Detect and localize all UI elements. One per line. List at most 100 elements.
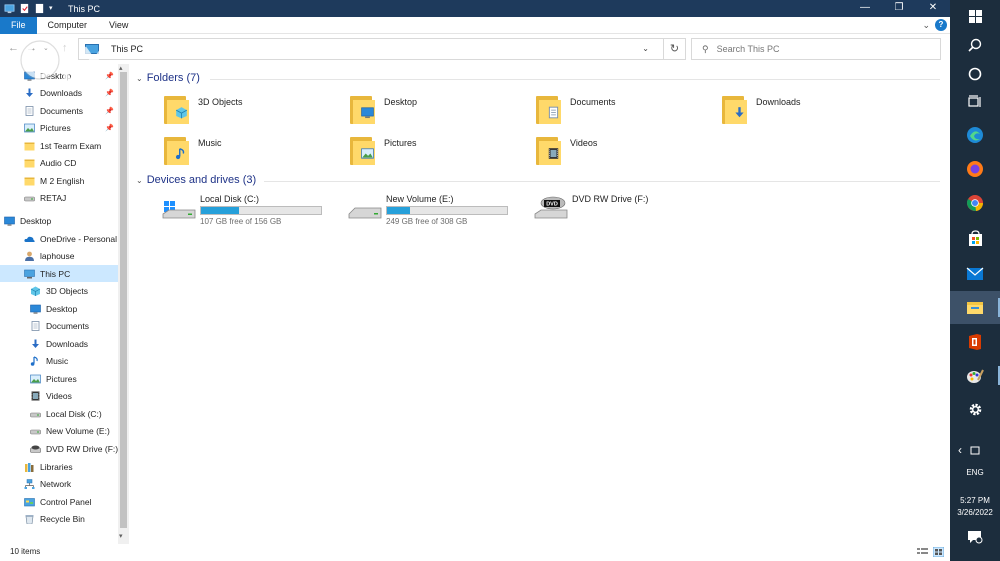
sidebar-item-label: Documents — [46, 320, 89, 331]
sidebar-item-new-volume-e[interactable]: New Volume (E:) — [0, 422, 118, 439]
folder-documents[interactable]: Documents — [536, 94, 716, 134]
edge-taskbar-button[interactable] — [950, 118, 1000, 151]
sidebar-item-laphouse[interactable]: laphouse — [0, 247, 118, 264]
sidebar-item-documents[interactable]: Documents 📌 — [0, 102, 118, 119]
drive-usage-fill — [387, 207, 410, 214]
sidebar-item-control-panel[interactable]: Control Panel — [0, 493, 118, 510]
drive-icon — [30, 426, 41, 436]
sidebar-item-music[interactable]: Music — [0, 352, 118, 369]
action-center-icon[interactable] — [967, 530, 983, 544]
sidebar-item-m-2-english[interactable]: M 2 English — [0, 172, 118, 189]
folder-music[interactable]: Music — [164, 135, 344, 175]
sidebar-item-label: Music — [46, 355, 69, 366]
folder-3d-objects[interactable]: 3D Objects — [164, 94, 344, 134]
drive-new-volume-e[interactable]: New Volume (E:) 249 GB free of 308 GB — [348, 194, 508, 234]
sidebar-item-label: 3D Objects — [46, 285, 89, 296]
paint-taskbar-button[interactable] — [950, 359, 1000, 392]
folder-icon — [722, 94, 748, 124]
restore-button[interactable]: ❐ — [882, 0, 916, 17]
taskbar: ‹ ENG 5:27 PM 3/26/2022 — [950, 0, 1000, 561]
sidebar-item-retaj[interactable]: RETAJ — [0, 189, 118, 206]
sidebar-item-dvd-rw-drive-f[interactable]: DVD RW Drive (F:) — [0, 440, 118, 457]
user-icon — [24, 251, 35, 261]
sidebar-item-recycle-bin[interactable]: Recycle Bin — [0, 510, 118, 527]
window-title: This PC — [68, 3, 101, 14]
sidebar-item-pictures[interactable]: Pictures — [0, 370, 118, 387]
folder-pictures[interactable]: Pictures — [350, 135, 530, 175]
sidebar-item-label: Local Disk (C:) — [46, 408, 102, 419]
sidebar-item-audio-cd[interactable]: Audio CD — [0, 154, 118, 171]
input-language[interactable]: ENG — [950, 468, 1000, 477]
sidebar-item-documents[interactable]: Documents — [0, 317, 118, 334]
sidebar-item-desktop[interactable]: Desktop — [0, 212, 118, 229]
office-taskbar-button[interactable] — [950, 325, 1000, 358]
sidebar-item-videos[interactable]: Videos — [0, 387, 118, 404]
help-button[interactable]: ? — [935, 19, 947, 31]
folder-label: Documents — [570, 97, 616, 107]
documents-icon — [24, 105, 35, 116]
sidebar-scrollbar[interactable]: ▴ ▾ — [118, 64, 129, 544]
new-folder-icon[interactable] — [34, 3, 45, 14]
recycle-bin-icon — [24, 514, 35, 524]
collapse-icon[interactable]: ⌄ — [136, 176, 143, 185]
sidebar-item-this-pc[interactable]: This PC — [0, 265, 118, 282]
windows-drive-icon — [162, 201, 196, 219]
libraries-icon — [24, 462, 35, 472]
sidebar-item-onedrive-personal[interactable]: OneDrive - Personal — [0, 230, 118, 247]
address-bar[interactable]: This PC ⌄ ↻ — [78, 38, 686, 60]
large-icons-view-icon[interactable] — [933, 547, 944, 557]
sidebar-item-libraries[interactable]: Libraries — [0, 458, 118, 475]
firefox-taskbar-button[interactable] — [950, 152, 1000, 185]
details-view-icon[interactable] — [917, 547, 928, 557]
file-explorer-taskbar-button[interactable] — [950, 291, 1000, 324]
sidebar-item-label: M 2 English — [40, 175, 85, 186]
scroll-up-icon[interactable]: ▴ — [119, 64, 123, 72]
settings-taskbar-button[interactable] — [950, 393, 1000, 426]
folder-downloads[interactable]: Downloads — [722, 94, 902, 134]
quick-access-dropdown-icon[interactable]: ▾ — [49, 3, 60, 14]
tray-overflow-button[interactable]: ‹ — [950, 433, 1000, 466]
status-bar: 10 items — [0, 544, 950, 561]
clock-date[interactable]: 3/26/2022 — [950, 508, 1000, 517]
network-icon — [24, 478, 35, 489]
pictures-icon — [361, 147, 374, 160]
scrollbar-thumb[interactable] — [120, 72, 127, 528]
folder-desktop[interactable]: Desktop — [350, 94, 530, 134]
collapse-icon[interactable]: ⌄ — [136, 74, 143, 83]
chrome-taskbar-button[interactable] — [950, 186, 1000, 219]
documents-icon — [30, 320, 41, 331]
breadcrumb[interactable]: This PC — [111, 44, 143, 54]
drive-dvd-rw-drive-f[interactable]: DVD DVD RW Drive (F:) — [534, 194, 648, 234]
drive-local-disk-c[interactable]: Local Disk (C:) 107 GB free of 156 GB — [162, 194, 322, 234]
task-view-button[interactable] — [950, 85, 1000, 118]
folder-videos[interactable]: Videos — [536, 135, 716, 175]
search-input[interactable] — [716, 44, 917, 54]
edge-icon — [967, 126, 983, 143]
sidebar-item-downloads[interactable]: Downloads — [0, 335, 118, 352]
mail-taskbar-button[interactable] — [950, 257, 1000, 290]
drives-group-header[interactable]: ⌄ Devices and drives (3) — [136, 174, 256, 186]
store-taskbar-button[interactable] — [950, 222, 1000, 255]
sidebar-item-label: laphouse — [40, 250, 75, 261]
refresh-button[interactable]: ↻ — [663, 39, 685, 59]
close-button[interactable]: ✕ — [916, 0, 950, 17]
drives-group-label: Devices and drives (3) — [146, 174, 257, 186]
properties-icon[interactable] — [19, 3, 30, 14]
sidebar-item-desktop[interactable]: Desktop — [0, 300, 118, 317]
sidebar-item-label: Audio CD — [40, 157, 77, 168]
sidebar-item-1st-tearm-exam[interactable]: 1st Tearm Exam — [0, 137, 118, 154]
address-dropdown-icon[interactable]: ⌄ — [642, 44, 649, 53]
sidebar-item-pictures[interactable]: Pictures 📌 — [0, 119, 118, 136]
expand-ribbon-icon[interactable]: ⌄ — [922, 17, 930, 34]
sidebar-item-local-disk-c[interactable]: Local Disk (C:) — [0, 405, 118, 422]
scroll-down-icon[interactable]: ▾ — [119, 532, 123, 540]
minimize-button[interactable]: — — [848, 0, 882, 17]
dvd-icon: DVD — [534, 196, 568, 219]
clock-time[interactable]: 5:27 PM — [950, 496, 1000, 505]
sidebar-item-network[interactable]: Network — [0, 475, 118, 492]
sidebar-item-3d-objects[interactable]: 3D Objects — [0, 282, 118, 299]
folders-group-header[interactable]: ⌄ Folders (7) — [136, 72, 200, 84]
search-box[interactable]: ⚲ — [691, 38, 941, 60]
folder-label: 3D Objects — [198, 97, 243, 107]
desktop-icon — [361, 106, 374, 119]
